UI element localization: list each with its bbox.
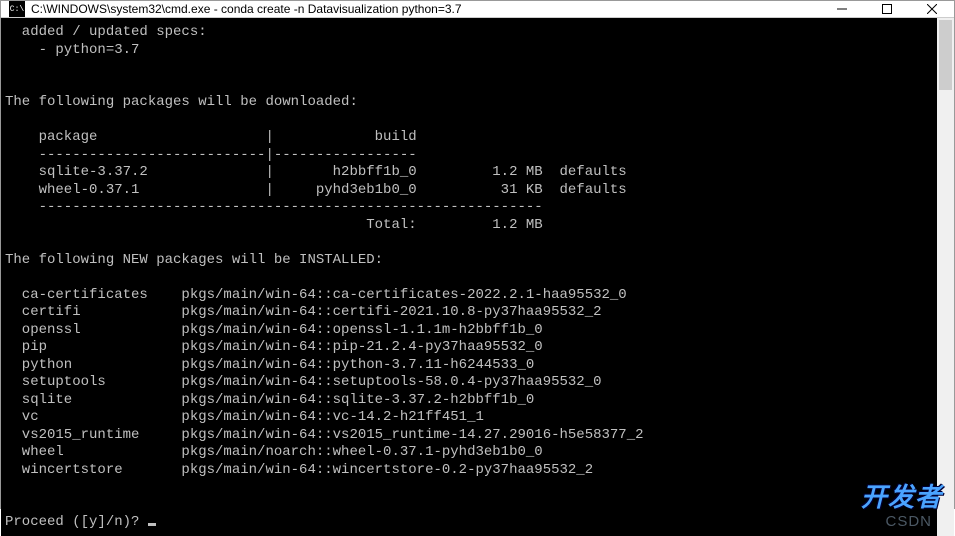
line: The following NEW packages will be INSTA… <box>5 252 383 268</box>
line: sqlite pkgs/main/win-64::sqlite-3.37.2-h… <box>5 392 534 408</box>
watermark-dev: 开发者 <box>861 477 942 514</box>
line: certifi pkgs/main/win-64::certifi-2021.1… <box>5 304 602 320</box>
terminal-area: added / updated specs: - python=3.7 The … <box>1 18 954 536</box>
line: vs2015_runtime pkgs/main/win-64::vs2015_… <box>5 427 644 443</box>
close-button[interactable] <box>909 1 954 17</box>
line: setuptools pkgs/main/win-64::setuptools-… <box>5 374 602 390</box>
terminal-output[interactable]: added / updated specs: - python=3.7 The … <box>1 18 937 536</box>
cmd-icon: C:\ <box>9 1 25 17</box>
cursor <box>148 523 156 526</box>
line: wincertstore pkgs/main/win-64::wincertst… <box>5 462 593 478</box>
line: ----------------------------------------… <box>5 199 543 215</box>
line: - python=3.7 <box>5 42 139 58</box>
app-window: C:\ C:\WINDOWS\system32\cmd.exe - conda … <box>0 0 955 509</box>
line: wheel pkgs/main/noarch::wheel-0.37.1-pyh… <box>5 444 543 460</box>
line: openssl pkgs/main/win-64::openssl-1.1.1m… <box>5 322 543 338</box>
titlebar[interactable]: C:\ C:\WINDOWS\system32\cmd.exe - conda … <box>1 1 954 18</box>
line: ca-certificates pkgs/main/win-64::ca-cer… <box>5 287 627 303</box>
line: sqlite-3.37.2 | h2bbff1b_0 1.2 MB defaul… <box>5 164 627 180</box>
window-title: C:\WINDOWS\system32\cmd.exe - conda crea… <box>31 2 819 16</box>
watermark-csdn: CSDN <box>885 513 932 530</box>
prompt-text: Proceed ([y]/n)? <box>5 514 148 530</box>
scroll-thumb[interactable] <box>939 20 952 90</box>
line: wheel-0.37.1 | pyhd3eb1b0_0 31 KB defaul… <box>5 182 627 198</box>
line: added / updated specs: <box>5 24 207 40</box>
line: Total: 1.2 MB <box>5 217 543 233</box>
line: vc pkgs/main/win-64::vc-14.2-h21ff451_1 <box>5 409 484 425</box>
maximize-button[interactable] <box>864 1 909 17</box>
minimize-button[interactable] <box>819 1 864 17</box>
line: python pkgs/main/win-64::python-3.7.11-h… <box>5 357 534 373</box>
line: The following packages will be downloade… <box>5 94 358 110</box>
prompt-line[interactable]: Proceed ([y]/n)? <box>5 514 156 530</box>
line: pip pkgs/main/win-64::pip-21.2.4-py37haa… <box>5 339 543 355</box>
line: ---------------------------|------------… <box>5 147 417 163</box>
line: package | build <box>5 129 417 145</box>
window-controls <box>819 1 954 17</box>
vertical-scrollbar[interactable] <box>937 18 954 536</box>
